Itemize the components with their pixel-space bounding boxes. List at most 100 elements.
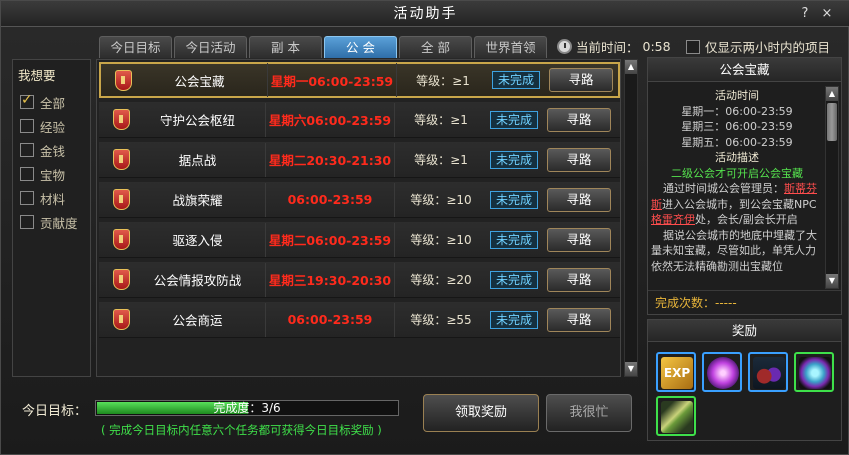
- detail-scroll-down-arrow[interactable]: ▼: [826, 274, 838, 288]
- activity-name: 守护公会枢纽: [159, 113, 235, 128]
- activity-row[interactable]: 守护公会枢纽 星期六06:00-23:59 等级：≥1 未完成 寻路: [99, 102, 620, 138]
- activity-row[interactable]: 驱逐入侵 星期二06:00-23:59 等级：≥10 未完成 寻路: [99, 222, 620, 258]
- filter-item-label: 经验: [40, 119, 66, 135]
- help-button[interactable]: ?: [797, 6, 813, 22]
- tab-1[interactable]: 今日活动: [174, 36, 247, 58]
- window-title: 活动助手: [393, 6, 458, 22]
- detail-title: 公会宝藏: [648, 58, 841, 82]
- purple-orb-icon[interactable]: [702, 352, 742, 392]
- tab-4[interactable]: 全 部: [399, 36, 472, 58]
- gem-icon[interactable]: [794, 352, 834, 392]
- activity-time: 星期三19:30-20:30: [268, 273, 392, 288]
- activity-row[interactable]: 公会宝藏 星期一06:00-23:59 等级：≥1 未完成 寻路: [99, 62, 620, 98]
- activity-assistant-window: 活动助手 ? × 今日目标 今日活动副 本公 会全 部世界首领 当前时间： 0:5…: [0, 0, 849, 455]
- only-two-hours-toggle[interactable]: 仅显示两小时内的项目: [686, 37, 830, 56]
- detail-scrollbar[interactable]: ▲ ▼: [825, 86, 839, 289]
- filter-checkbox[interactable]: [20, 119, 34, 133]
- tab-3[interactable]: 公 会: [324, 36, 397, 58]
- guild-badge-icon: [113, 189, 130, 210]
- pathfind-button[interactable]: 寻路: [547, 307, 611, 332]
- filter-item[interactable]: 经验: [18, 114, 90, 138]
- activity-name: 公会商运: [172, 313, 223, 328]
- detail-time-line: 星期五：06:00-23:59: [681, 135, 793, 149]
- activity-row[interactable]: 据点战 星期二20:30-21:30 等级：≥1 未完成 寻路: [99, 142, 620, 178]
- completion-count: 完成次数：-----: [648, 290, 841, 314]
- filter-checkbox[interactable]: [20, 215, 34, 229]
- filter-checkbox[interactable]: [20, 143, 34, 157]
- current-time-label: 当前时间：: [576, 39, 639, 55]
- activity-name: 据点战: [178, 153, 217, 168]
- activity-time: 星期一06:00-23:59: [270, 73, 394, 89]
- filter-item-label: 贡献度: [40, 215, 78, 231]
- detail-scroll-thumb[interactable]: [827, 103, 837, 141]
- busy-button[interactable]: 我很忙: [546, 394, 632, 432]
- status-badge: 未完成: [490, 110, 538, 129]
- activity-level: 等级：≥20: [410, 273, 472, 287]
- pathfind-button[interactable]: 寻路: [547, 187, 611, 212]
- clock-icon: [557, 38, 572, 54]
- scroll-up-arrow[interactable]: ▲: [625, 60, 637, 74]
- status-badge: 未完成: [490, 230, 538, 249]
- reward-panel: 奖励 EXP: [647, 319, 842, 441]
- feather-sword-icon[interactable]: [656, 396, 696, 436]
- activity-level: 等级：≥1: [414, 153, 468, 167]
- pathfind-button[interactable]: 寻路: [547, 227, 611, 252]
- activity-time: 星期六06:00-23:59: [268, 113, 392, 128]
- filter-item-label: 材料: [40, 191, 66, 207]
- exp-icon[interactable]: EXP: [656, 352, 696, 392]
- only-two-hours-checkbox[interactable]: [686, 39, 700, 54]
- detail-desc-heading: 活动描述: [715, 151, 759, 164]
- status-badge: 未完成: [490, 190, 538, 209]
- guild-badge-icon: [115, 69, 132, 91]
- pathfind-button[interactable]: 寻路: [547, 267, 611, 292]
- today-goal-hint: ( 完成今日目标内任意六个任务都可获得今日目标奖励 ): [101, 423, 382, 437]
- detail-paragraph: 据说公会城市的地底中埋藏了大量未知宝藏，尽管如此，单凭人力依然无法精确勘测出宝藏…: [651, 228, 817, 273]
- reward-title: 奖励: [648, 320, 841, 342]
- detail-body: 活动时间 星期一：06:00-23:59 星期三：06:00-23:59 星期五…: [651, 88, 823, 286]
- guild-badge-icon: [113, 229, 130, 250]
- activity-name: 战旗荣耀: [172, 193, 223, 208]
- detail-time-line: 星期一：06:00-23:59: [681, 104, 793, 118]
- tab-2[interactable]: 副 本: [249, 36, 322, 58]
- only-two-hours-label: 仅显示两小时内的项目: [705, 40, 831, 55]
- reward-exp-label: EXP: [661, 357, 693, 389]
- pathfind-button[interactable]: 寻路: [547, 107, 611, 132]
- scroll-down-arrow[interactable]: ▼: [625, 362, 637, 376]
- filter-checkbox[interactable]: [20, 191, 34, 205]
- pathfind-button[interactable]: 寻路: [549, 68, 613, 92]
- tab-0[interactable]: 今日目标: [99, 36, 172, 58]
- today-goal-progress-bar: 完成度：3/6: [95, 400, 399, 416]
- activity-time: 06:00-23:59: [287, 312, 373, 327]
- activity-row[interactable]: 公会商运 06:00-23:59 等级：≥55 未完成 寻路: [99, 302, 620, 338]
- activity-row[interactable]: 公会情报攻防战 星期三19:30-20:30 等级：≥20 未完成 寻路: [99, 262, 620, 298]
- filter-item-label: 宝物: [40, 167, 66, 183]
- npc-link-gregory[interactable]: 格雷齐伊: [651, 213, 695, 226]
- filter-item[interactable]: 宝物: [18, 162, 90, 186]
- detail-time-line: 星期三：06:00-23:59: [681, 120, 793, 133]
- detail-time-heading: 活动时间: [715, 89, 759, 102]
- activity-list-scrollbar[interactable]: ▲ ▼: [624, 59, 638, 377]
- activity-level: 等级：≥1: [416, 73, 470, 88]
- berries-icon[interactable]: [748, 352, 788, 392]
- filter-item[interactable]: 材料: [18, 186, 90, 210]
- filter-panel: 我想要 全部经验金钱宝物材料贡献度: [12, 59, 91, 377]
- activity-level: 等级：≥10: [410, 193, 472, 207]
- pathfind-button[interactable]: 寻路: [547, 147, 611, 172]
- filter-item-label: 全部: [40, 95, 66, 111]
- filter-item[interactable]: 贡献度: [18, 210, 90, 234]
- detail-scroll-up-arrow[interactable]: ▲: [826, 87, 838, 101]
- current-time: 当前时间： 0:58: [557, 37, 671, 55]
- activity-level: 等级：≥10: [410, 233, 472, 247]
- filter-item[interactable]: 全部: [18, 90, 90, 114]
- progress-text: 完成度：3/6: [213, 401, 281, 415]
- filter-checkbox[interactable]: [20, 92, 34, 109]
- filter-checkbox[interactable]: [20, 167, 34, 181]
- status-badge: 未完成: [492, 71, 540, 89]
- filter-item[interactable]: 金钱: [18, 138, 90, 162]
- close-button[interactable]: ×: [819, 6, 835, 22]
- claim-reward-button[interactable]: 领取奖励: [423, 394, 539, 432]
- guild-badge-icon: [113, 269, 130, 290]
- activity-row[interactable]: 战旗荣耀 06:00-23:59 等级：≥10 未完成 寻路: [99, 182, 620, 218]
- tab-5[interactable]: 世界首领: [474, 36, 547, 58]
- filter-title: 我想要: [18, 68, 56, 83]
